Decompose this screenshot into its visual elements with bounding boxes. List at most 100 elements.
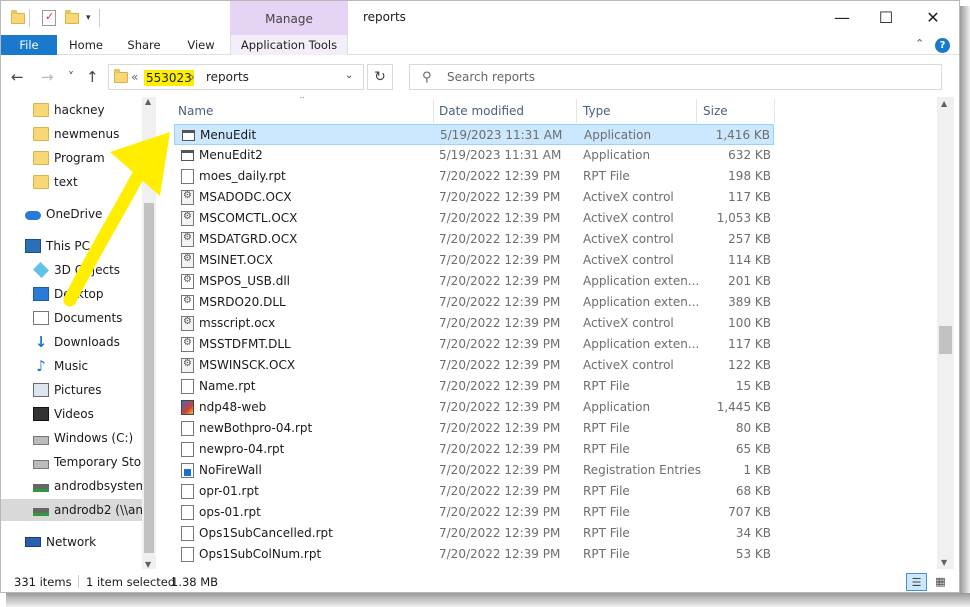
file-row[interactable]: newBothpro-04.rpt 7/20/2022 12:39 PM RPT F… [174, 418, 774, 439]
file-row[interactable]: ndp48-web 7/20/2022 12:39 PM Application 1,… [174, 397, 774, 418]
file-row[interactable]: MSRDO20.DLL 7/20/2022 12:39 PM Application… [174, 292, 774, 313]
file-row[interactable]: newpro-04.rpt 7/20/2022 12:39 PM RPT File 6… [174, 439, 774, 460]
file-row[interactable]: MenuEdit2 5/19/2023 11:31 AM Application 63… [174, 145, 774, 166]
scroll-up-icon[interactable]: ▲ [145, 97, 151, 106]
file-date: 7/20/2022 12:39 PM [439, 190, 561, 204]
column-divider[interactable] [433, 99, 434, 123]
nav-item-text[interactable]: text [1, 171, 143, 193]
close-button[interactable]: ✕ [910, 1, 956, 33]
file-row[interactable]: MSSTDFMT.DLL 7/20/2022 12:39 PM Applicatio… [174, 334, 774, 355]
nav-item-androdb2[interactable]: androdb2 (\\and [1, 499, 143, 521]
file-name: MSADODC.OCX [199, 190, 292, 204]
customize-quick-access-icon[interactable]: ▾ [86, 9, 91, 27]
nav-item-downloads[interactable]: ↓ Downloads [1, 331, 143, 353]
file-row[interactable]: ops-01.rpt 7/20/2022 12:39 PM RPT File 707 … [174, 502, 774, 523]
file-row[interactable]: MSADODC.OCX 7/20/2022 12:39 PM ActiveX con… [174, 187, 774, 208]
manage-context-tab[interactable]: Manage [230, 1, 348, 35]
activex-icon [181, 190, 194, 205]
nav-item-network[interactable]: Network [1, 531, 143, 553]
nav-item-3d-objects[interactable]: 3D Objects [1, 259, 143, 281]
refresh-button[interactable]: ↻ [367, 64, 393, 90]
file-list-scroll-thumb[interactable] [939, 326, 952, 354]
file-row[interactable]: opr-01.rpt 7/20/2022 12:39 PM RPT File 68 K… [174, 481, 774, 502]
nav-pane-scroll-thumb[interactable] [144, 203, 154, 553]
file-type: RPT File [583, 547, 630, 561]
nav-item-androdbsystem[interactable]: androdbsystem [1, 475, 143, 497]
forward-arrow-icon[interactable]: → [41, 67, 54, 87]
scroll-down-icon[interactable]: ▼ [145, 560, 151, 569]
file-size: 257 KB [728, 232, 771, 246]
maximize-button[interactable]: ☐ [863, 1, 909, 33]
nav-item-pictures[interactable]: Pictures [1, 379, 143, 401]
document-icon [181, 442, 194, 457]
file-row[interactable]: MSWINSCK.OCX 7/20/2022 12:39 PM ActiveX co… [174, 355, 774, 376]
chevron-up-icon[interactable]: ⌃ [915, 37, 924, 50]
file-type: RPT File [583, 484, 630, 498]
file-row[interactable]: MenuEdit 5/19/2023 11:31 AM Application 1,4… [174, 124, 774, 145]
file-row[interactable]: Name.rpt 7/20/2022 12:39 PM RPT File 15 KB [174, 376, 774, 397]
file-row[interactable]: msscript.ocx 7/20/2022 12:39 PM ActiveX co… [174, 313, 774, 334]
help-icon[interactable]: ? [935, 38, 950, 53]
column-header-type[interactable]: Type [583, 104, 611, 118]
quick-access-folder-icon[interactable] [11, 9, 25, 27]
column-divider[interactable] [696, 99, 697, 123]
nav-item-videos[interactable]: Videos [1, 403, 143, 425]
file-row[interactable]: MSPOS_USB.dll 7/20/2022 12:39 PM Applicati… [174, 271, 774, 292]
address-dropdown-icon[interactable]: ⌄ [345, 70, 353, 81]
recent-locations-chevron-icon[interactable]: ˅ [68, 67, 74, 87]
back-arrow-icon[interactable]: ← [11, 67, 24, 87]
file-row[interactable]: NoFireWall 7/20/2022 12:39 PM Registration… [174, 460, 774, 481]
column-divider[interactable] [576, 99, 577, 123]
nav-item-program[interactable]: Program [1, 147, 143, 169]
column-header-size[interactable]: Size [703, 104, 728, 118]
nav-item-desktop[interactable]: Desktop [1, 283, 143, 305]
file-row[interactable]: MSDATGRD.OCX 7/20/2022 12:39 PM ActiveX co… [174, 229, 774, 250]
details-view-icon[interactable]: ☰ [906, 573, 927, 591]
nav-item-music[interactable]: ♪ Music [1, 355, 143, 377]
column-divider[interactable] [774, 99, 775, 123]
nav-item-newmenus[interactable]: newmenus [1, 123, 143, 145]
address-bar[interactable]: « 553023 › reports ⌄ [108, 64, 364, 90]
large-icons-view-icon[interactable]: ▦ [930, 573, 951, 591]
file-name: opr-01.rpt [199, 484, 259, 498]
breadcrumb-reports[interactable]: reports [206, 70, 249, 84]
title-bar: ▾ Manage reports — ☐ ✕ [1, 1, 959, 35]
registry-icon [181, 463, 194, 478]
nav-item-temporary-storage[interactable]: Temporary Stora [1, 451, 143, 473]
nav-item-onedrive[interactable]: OneDrive [1, 203, 143, 225]
address-overflow-icon[interactable]: « [131, 70, 138, 84]
minimize-button[interactable]: — [819, 1, 865, 33]
nav-item-hackney[interactable]: hackney [1, 99, 143, 121]
nav-item-this-pc[interactable]: This PC [1, 235, 143, 257]
tab-file[interactable]: File [1, 35, 57, 55]
tab-application-tools[interactable]: Application Tools [230, 35, 348, 55]
up-arrow-icon[interactable]: ↑ [86, 67, 99, 87]
file-size: 122 KB [728, 358, 771, 372]
file-date: 7/20/2022 12:39 PM [439, 316, 561, 330]
nav-item-documents[interactable]: Documents [1, 307, 143, 329]
file-row[interactable]: Ops1SubCancelled.rpt 7/20/2022 12:39 PM RP… [174, 523, 774, 544]
scroll-down-icon[interactable]: ▼ [941, 558, 947, 567]
column-header-date-modified[interactable]: Date modified [439, 104, 524, 118]
file-row[interactable]: MSCOMCTL.OCX 7/20/2022 12:39 PM ActiveX co… [174, 208, 774, 229]
file-name: newBothpro-04.rpt [199, 421, 313, 435]
file-row[interactable]: moes_daily.rpt 7/20/2022 12:39 PM RPT File… [174, 166, 774, 187]
tab-home[interactable]: Home [61, 35, 111, 55]
search-input[interactable]: Search reports [447, 70, 535, 84]
column-header-name[interactable]: Name [178, 104, 213, 118]
nav-item-windows-c[interactable]: Windows (C:) [1, 427, 143, 449]
dll-icon [181, 337, 194, 352]
drive-icon [33, 436, 49, 445]
breadcrumb-553023[interactable]: 553023 [144, 70, 194, 86]
tab-share[interactable]: Share [119, 35, 169, 55]
search-icon: ⚲ [422, 70, 432, 85]
scroll-up-icon[interactable]: ▲ [941, 99, 947, 108]
file-list-scrollbar[interactable]: ▲ ▼ [937, 97, 954, 569]
breadcrumb-separator-icon[interactable]: › [190, 70, 195, 84]
search-box[interactable]: ⚲ Search reports [409, 64, 942, 90]
new-folder-icon[interactable] [65, 9, 79, 27]
properties-icon[interactable] [42, 9, 56, 27]
file-row[interactable]: Ops1SubColNum.rpt 7/20/2022 12:39 PM RPT F… [174, 544, 774, 565]
tab-view[interactable]: View [176, 35, 226, 55]
file-row[interactable]: MSINET.OCX 7/20/2022 12:39 PM ActiveX cont… [174, 250, 774, 271]
